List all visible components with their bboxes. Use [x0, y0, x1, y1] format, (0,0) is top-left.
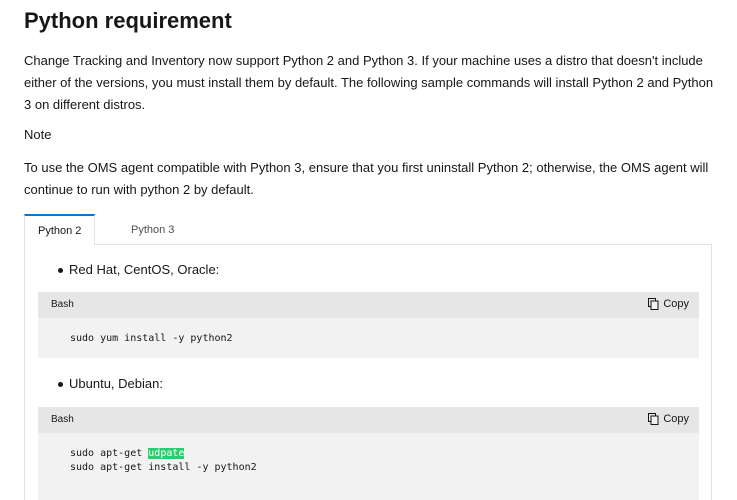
intro-paragraph: Change Tracking and Inventory now suppor… [24, 53, 714, 112]
code-language-label: Bash [51, 414, 74, 425]
copy-button[interactable]: Copy [648, 413, 689, 425]
copy-icon [648, 413, 659, 425]
bullet-icon [58, 268, 63, 273]
tab-panel-python-2: Red Hat, CentOS, Oracle: Bash Copy sudo … [24, 244, 712, 500]
list-item-label: Ubuntu, Debian: [69, 376, 163, 391]
code-text: sudo yum install -y python2 [70, 332, 233, 346]
list-item-label: Red Hat, CentOS, Oracle: [69, 262, 220, 277]
note-label: Note [24, 127, 52, 142]
oms-agent-paragraph: To use the OMS agent compatible with Pyt… [24, 160, 709, 197]
copy-button-label: Copy [663, 298, 689, 310]
code-text: sudo apt-get udpate sudo apt-get install… [70, 447, 257, 475]
python-version-tabs: Python 2 Python 3 [24, 214, 712, 245]
copy-icon [648, 298, 659, 310]
code-block-ubuntu: Bash Copy sudo apt-get udpate sudo apt-g… [38, 407, 699, 500]
page-title: Python requirement [24, 8, 232, 33]
code-line: sudo yum install -y python2 [70, 333, 233, 344]
list-item: Red Hat, CentOS, Oracle: [58, 262, 220, 277]
code-line: sudo apt-get install -y python2 [70, 462, 257, 473]
code-header: Bash Copy [38, 292, 699, 318]
tab-python-2[interactable]: Python 2 [24, 214, 96, 245]
highlighted-text: udpate [148, 448, 185, 459]
code-header: Bash Copy [38, 407, 699, 433]
tab-python-3[interactable]: Python 3 [118, 214, 187, 244]
code-block-redhat: Bash Copy sudo yum install -y python2 [38, 292, 699, 358]
code-segment: sudo apt-get [70, 448, 149, 459]
copy-button[interactable]: Copy [648, 298, 689, 310]
bullet-icon [58, 382, 63, 387]
code-language-label: Bash [51, 299, 74, 310]
copy-button-label: Copy [663, 413, 689, 425]
list-item: Ubuntu, Debian: [58, 376, 163, 391]
